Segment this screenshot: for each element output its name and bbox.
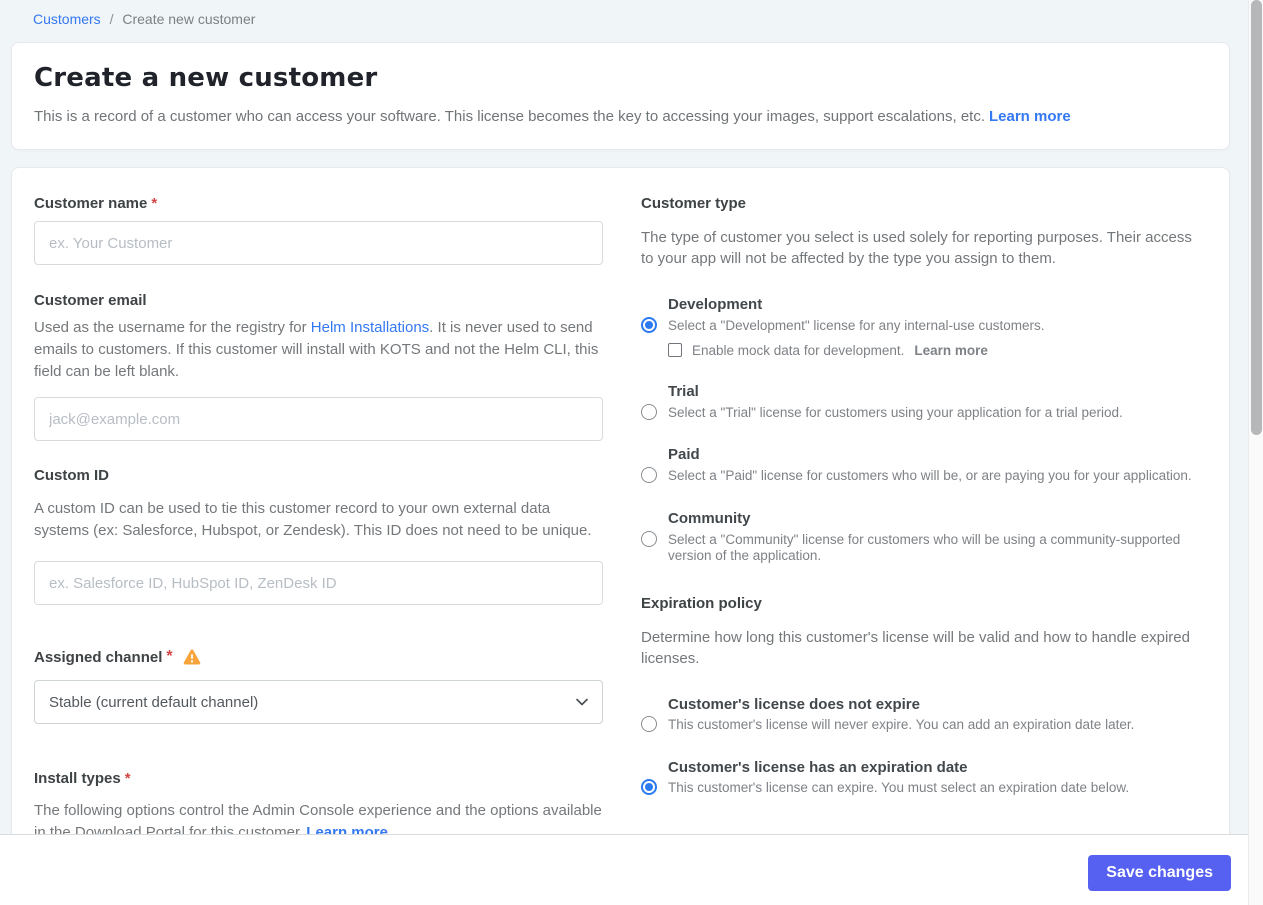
customer-email-label: Customer email [34,292,147,309]
breadcrumb-separator: / [109,11,114,27]
expiration-policy-heading: Expiration policy [641,594,762,612]
chevron-down-icon [576,698,588,706]
required-asterisk: * [166,648,173,665]
customer-type-description: The type of customer you select is used … [641,229,1192,267]
license-does-not-expire-radio[interactable] [641,715,657,732]
save-changes-button[interactable]: Save changes [1088,855,1231,891]
option-description: Select a "Trial" license for customers u… [668,404,1123,420]
header-description: This is a record of a customer who can a… [34,106,1207,127]
helm-installations-link[interactable]: Helm Installations [311,319,429,336]
mock-data-label: Enable mock data for development. [692,342,905,358]
install-types-label-text: Install types [34,770,121,787]
footer-action-bar: Save changes [0,834,1248,905]
option-title: Customer's license has an expiration dat… [668,759,968,776]
expiration-policy-section: Expiration policy Determine how long thi… [641,595,1207,797]
custom-id-input[interactable] [34,561,603,605]
install-types-field-group: Install types * The following options con… [34,770,603,844]
scrollbar-thumb[interactable] [1251,0,1262,435]
option-title: Paid [668,446,700,463]
required-asterisk: * [124,770,131,787]
breadcrumb: Customers / Create new customer [0,0,1263,27]
option-title: Community [668,509,751,527]
license-has-expiration-radio[interactable] [641,779,657,795]
breadcrumb-current: Create new customer [122,11,256,27]
customer-name-label: Customer name * [34,195,603,212]
create-customer-form-card: Customer name* Customer email Used as th… [11,167,1230,867]
mock-data-learn-more-link[interactable]: Learn more [914,343,988,358]
customer-type-option-development: Development Select a "Development" licen… [641,296,1207,358]
customer-type-heading: Customer type [641,195,747,212]
expiration-option-has-date: Customer's license has an expiration dat… [641,759,1207,797]
option-description: Select a "Paid" license for customers wh… [668,468,1192,483]
enable-mock-data-checkbox[interactable] [668,343,682,357]
breadcrumb-customers-link[interactable]: Customers [33,11,101,27]
page: Customers / Create new customer Create a… [0,0,1263,905]
warning-icon [183,649,200,665]
assigned-channel-select[interactable]: Stable (current default channel) [34,680,603,724]
customer-type-option-paid: Paid Select a "Paid" license for custome… [641,446,1207,485]
expiration-policy-description: Determine how long this customer's licen… [641,628,1190,667]
customer-email-desc-text-1: Used as the username for the registry fo… [34,319,311,336]
form-left-column: Customer name* Customer email Used as th… [34,195,603,841]
assigned-channel-label: Assigned channel [34,648,163,666]
customer-type-section: Customer type The type of customer you s… [641,195,1207,565]
customer-name-input[interactable] [34,221,603,265]
header-card: Create a new customer This is a record o… [11,42,1230,150]
custom-id-label: Custom ID [34,467,109,484]
customer-type-option-community: Community Select a "Community" license f… [641,510,1207,565]
custom-id-description: A custom ID can be used to tie this cust… [34,500,592,539]
trial-radio[interactable] [641,403,657,420]
option-description: Select a "Community" license for custome… [668,531,1181,564]
option-title: Customer's license does not expire [668,695,920,713]
customer-name-label-text: Customer name [34,195,148,212]
development-radio[interactable] [641,317,657,333]
community-radio[interactable] [641,530,657,547]
customer-email-input[interactable] [34,397,603,441]
mock-data-row: Enable mock data for development. Learn … [668,343,1207,358]
page-title: Create a new customer [34,63,378,93]
option-title: Development [668,296,763,313]
header-learn-more-link[interactable]: Learn more [989,108,1071,125]
form-right-column: Customer type The type of customer you s… [641,195,1207,826]
expiration-option-no-expire: Customer's license does not expire This … [641,696,1207,734]
customer-email-field-group: Customer email Used as the username for … [34,292,603,441]
option-description: This customer's license will never expir… [668,716,1135,732]
custom-id-field-group: Custom ID A custom ID can be used to tie… [34,467,603,605]
header-description-text: This is a record of a customer who can a… [34,108,985,125]
paid-radio[interactable] [641,467,657,483]
customer-type-option-trial: Trial Select a "Trial" license for custo… [641,383,1207,422]
option-title: Trial [668,382,699,400]
customer-name-field-group: Customer name * [34,195,603,265]
required-asterisk: * [151,195,158,212]
scrollbar-track[interactable] [1248,0,1263,905]
option-description: This customer's license can expire. You … [668,780,1130,795]
install-types-label: Install types * [34,770,603,787]
option-description: Select a "Development" license for any i… [668,318,1045,333]
assigned-channel-field-group: Assigned channel * Stable (current defau… [34,648,603,724]
customer-email-description: Used as the username for the registry fo… [34,317,603,383]
assigned-channel-selected-value: Stable (current default channel) [49,693,259,711]
